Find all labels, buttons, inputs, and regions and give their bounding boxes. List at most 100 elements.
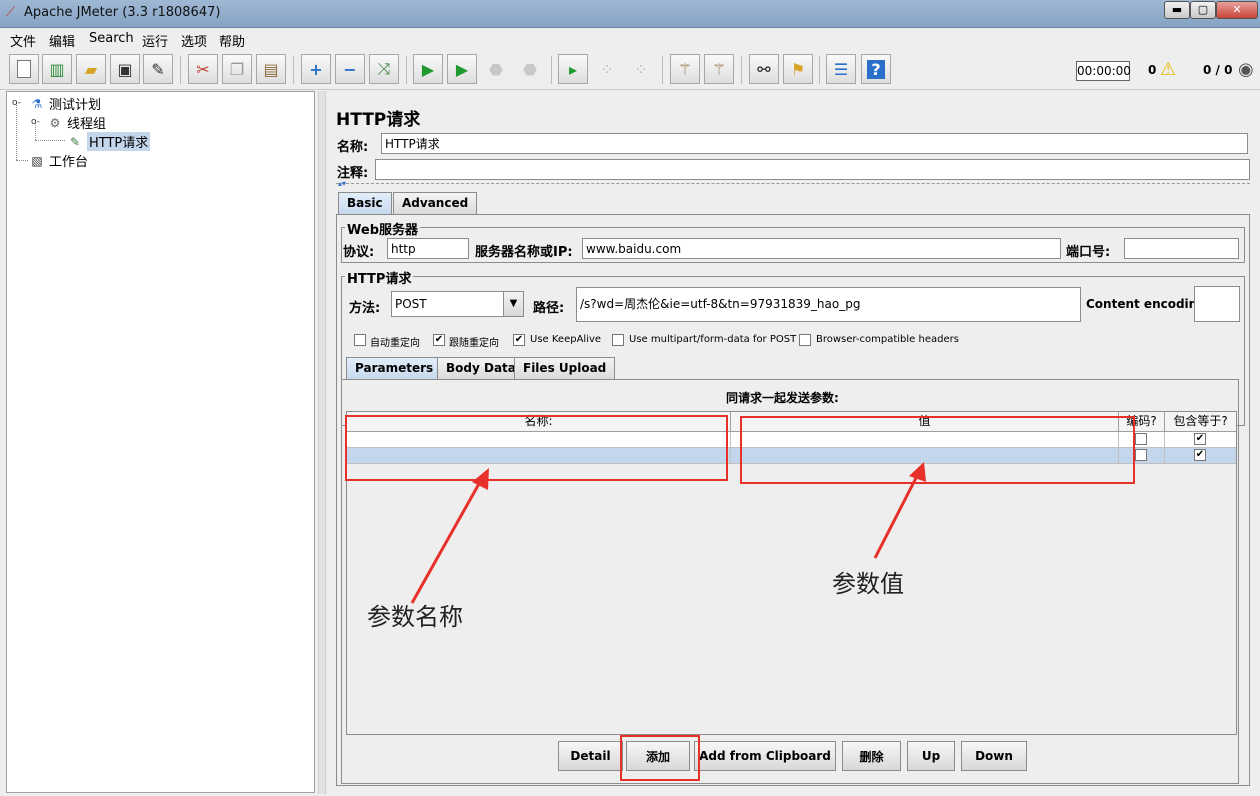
param-name-cell[interactable] [347,448,731,464]
encode-cell[interactable] [1119,448,1165,464]
include-equals-cell[interactable]: ✔ [1165,432,1236,448]
include-equals-checkbox[interactable]: ✔ [1194,449,1206,461]
include-equals-cell[interactable]: ✔ [1165,448,1236,464]
start-no-pause-icon[interactable]: ▶ [447,54,477,84]
include-equals-checkbox[interactable]: ✔ [1194,433,1206,445]
menu-file[interactable]: 文件 [10,31,36,50]
protocol-field[interactable]: http [387,238,469,259]
column-header-encode[interactable]: 编码? [1119,412,1165,432]
server-field[interactable]: www.baidu.com [582,238,1061,259]
menu-edit[interactable]: 编辑 [49,31,75,50]
multipart-checkbox[interactable] [612,334,624,346]
copy-icon[interactable]: ❐ [222,54,252,84]
toggle-icon[interactable]: ⤨ [369,54,399,84]
content-encoding-field[interactable] [1194,286,1240,322]
chevron-down-icon[interactable]: ▼ [503,292,523,316]
open-icon[interactable]: ▰ [76,54,106,84]
tree-node-test-plan[interactable]: ⚗ 测试计划 [29,94,101,114]
jmeter-feather-icon: ⟋ [6,5,16,20]
save-as-icon[interactable]: ✎ [143,54,173,84]
page-title: HTTP请求 [336,110,421,130]
expand-icon[interactable]: + [301,54,331,84]
paste-icon[interactable]: ▤ [256,54,286,84]
collapse-icon[interactable]: − [335,54,365,84]
keepalive-checkbox[interactable]: ✔ [513,334,525,346]
workbench-icon: ▧ [31,153,43,168]
panel-splitter[interactable] [318,91,326,794]
menu-options[interactable]: 选项 [181,31,207,50]
menu-help[interactable]: 帮助 [219,31,245,50]
maximize-button[interactable]: ▢ [1190,1,1216,19]
menu-search[interactable]: Search [89,31,134,46]
remote-stop-icon[interactable]: ⁘ [592,54,622,84]
encode-checkbox[interactable] [1135,449,1147,461]
name-field[interactable]: HTTP请求 [381,133,1248,154]
add-from-clipboard-button[interactable]: Add from Clipboard [694,741,836,771]
param-value-cell[interactable] [731,432,1119,448]
table-row[interactable]: ✔ [347,448,1236,464]
follow-redirects-checkbox[interactable]: ✔ [433,334,445,346]
table-row[interactable]: ✔ [347,432,1236,448]
encode-cell[interactable] [1119,432,1165,448]
menu-bar: 文件 编辑 Search 运行 选项 帮助 [0,28,1260,50]
column-header-include-equals[interactable]: 包含等于? [1165,412,1236,432]
stop-icon[interactable]: ⬣ [481,54,511,84]
follow-redirects-label: 跟随重定向 [449,338,499,349]
title-bar: ⟋ Apache JMeter (3.3 r1808647) ▬ ▢ ✕ [0,0,1260,28]
start-icon[interactable]: ▶ [413,54,443,84]
templates-icon[interactable]: ▥ [42,54,72,84]
tab-files-upload[interactable]: Files Upload [514,357,616,379]
shutdown-icon[interactable]: ⬣ [515,54,545,84]
column-header-name[interactable]: 名称: [347,412,731,432]
tree-node-thread-group[interactable]: ⚙ 线程组 [47,113,106,133]
param-value-cell[interactable] [731,448,1119,464]
column-header-value[interactable]: 值 [731,412,1119,432]
sampler-pen-icon: ✎ [69,134,81,149]
function-helper-icon[interactable]: ☰ [826,54,856,84]
minimize-button[interactable]: ▬ [1164,1,1190,19]
content-encoding-label: Content encoding: [1086,297,1211,311]
encode-checkbox[interactable] [1135,433,1147,445]
tab-basic[interactable]: Basic [338,192,392,214]
server-label: 服务器名称或IP: [475,245,573,260]
new-icon[interactable] [9,54,39,84]
warning-icon[interactable]: ⚠ [1160,59,1176,80]
search-icon[interactable]: ⚯ [749,54,779,84]
save-icon[interactable]: ▣ [110,54,140,84]
tab-parameters[interactable]: Parameters [346,357,443,379]
close-button[interactable]: ✕ [1216,1,1258,19]
elapsed-timer: 00:00:00 [1076,61,1131,81]
method-label: 方法: [349,301,381,316]
cut-icon[interactable]: ✂ [188,54,218,84]
reset-search-icon[interactable]: ⚑ [783,54,813,84]
tree-node-http-request[interactable]: ✎ HTTP请求 [67,132,151,151]
browser-compatible-checkbox[interactable] [799,334,811,346]
param-name-cell[interactable] [347,432,731,448]
collapse-arrows-icon[interactable]: ▴▾ [338,179,346,188]
detail-button[interactable]: Detail [558,741,623,771]
help-icon[interactable]: ? [861,54,891,84]
clear-all-icon[interactable]: ⚚ [704,54,734,84]
expand-toggle-icon[interactable]: o- [12,98,21,108]
path-field[interactable]: /s?wd=周杰伦&ie=utf-8&tn=97931839_hao_pg [576,287,1081,322]
tab-body-data[interactable]: Body Data [437,357,525,379]
up-button[interactable]: Up [907,741,955,771]
divider [336,183,1250,184]
menu-run[interactable]: 运行 [142,31,168,50]
test-plan-tree: o- ⚗ 测试计划 o- ⚙ 线程组 ✎ HTTP请求 ▧ 工作台 [6,91,315,793]
comment-field[interactable] [375,159,1250,180]
down-button[interactable]: Down [961,741,1027,771]
port-field[interactable] [1124,238,1239,259]
tree-node-workbench[interactable]: ▧ 工作台 [29,151,88,171]
browser-compatible-label: Browser-compatible headers [816,334,959,345]
tab-advanced[interactable]: Advanced [393,192,478,214]
add-button[interactable]: 添加 [626,741,690,771]
expand-toggle-icon[interactable]: o- [31,117,40,127]
delete-button[interactable]: 删除 [842,741,901,771]
status-indicator-icon[interactable]: ◉ [1238,59,1254,80]
remote-shutdown-icon[interactable]: ⁘ [626,54,656,84]
thread-count: 0 / 0 [1203,63,1233,77]
redirect-auto-checkbox[interactable] [354,334,366,346]
clear-icon[interactable]: ⚚ [670,54,700,84]
remote-start-icon[interactable]: ▸ [558,54,588,84]
